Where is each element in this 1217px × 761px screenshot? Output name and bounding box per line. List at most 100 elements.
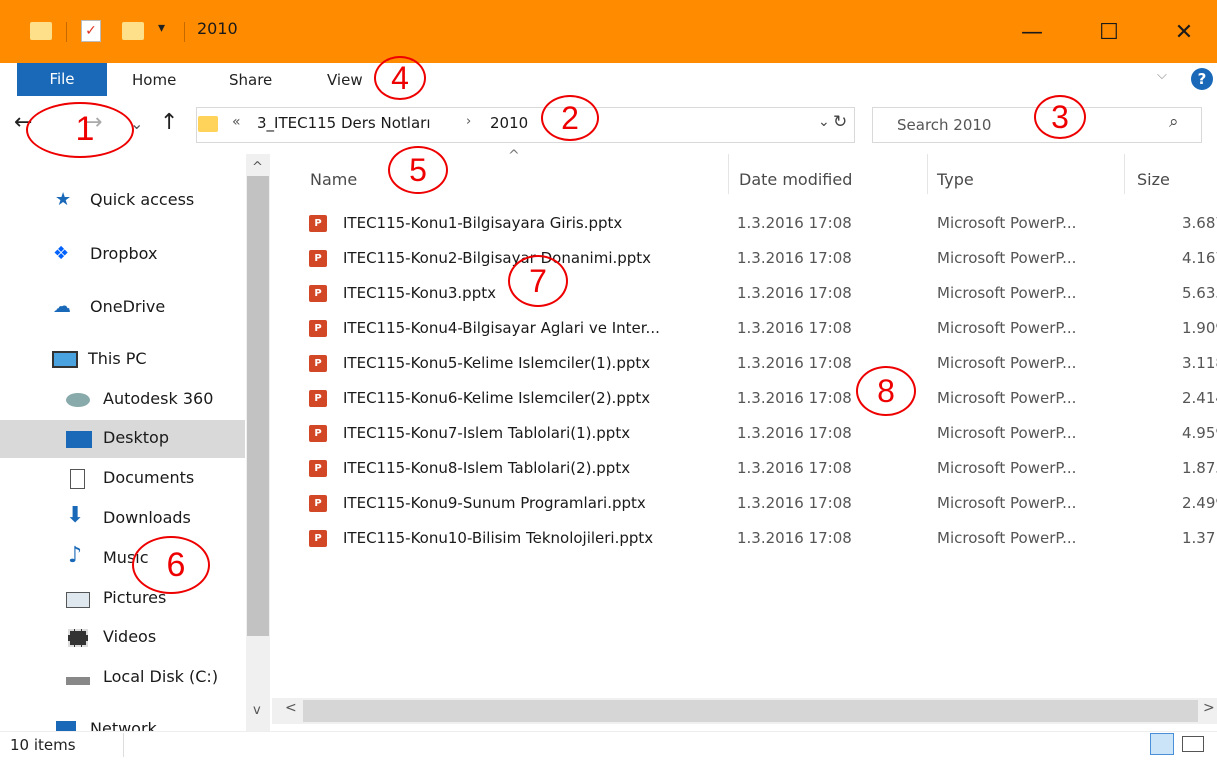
nav-item-onedrive[interactable]: ☁ OneDrive	[0, 289, 245, 327]
nav-item-downloads[interactable]: ⬇ Downloads	[0, 500, 245, 538]
sort-ascending-icon: ^	[508, 148, 520, 164]
maximize-button[interactable]: ☐	[1089, 13, 1129, 53]
column-divider[interactable]	[1124, 154, 1125, 194]
file-date: 1.3.2016 17:08	[737, 424, 852, 442]
folder-icon	[30, 22, 52, 40]
file-name: ITEC115-Konu6-Kelime Islemciler(2).pptx	[343, 389, 651, 407]
file-row[interactable]: P ITEC115-Konu5-Kelime Islemciler(1).ppt…	[300, 348, 1217, 381]
annotation-1: 1	[26, 102, 134, 158]
nav-item-documents[interactable]: Documents	[0, 460, 245, 498]
nav-item-local-disk[interactable]: Local Disk (C:)	[0, 659, 245, 697]
nav-item-quick-access[interactable]: ★ Quick access	[0, 182, 245, 220]
pictures-icon	[66, 592, 90, 608]
music-icon: ♪	[68, 543, 83, 568]
nav-item-label: Videos	[103, 627, 157, 646]
scroll-down-icon[interactable]: v	[253, 703, 261, 718]
file-type: Microsoft PowerP...	[937, 529, 1077, 547]
file-row[interactable]: P ITEC115-Konu1-Bilgisayara Giris.pptx 1…	[300, 208, 1217, 241]
file-date: 1.3.2016 17:08	[737, 249, 852, 267]
file-row[interactable]: P ITEC115-Konu4-Bilgisayar Aglari ve Int…	[300, 313, 1217, 346]
tab-share[interactable]: Share	[229, 71, 272, 89]
file-row[interactable]: P ITEC115-Konu9-Sunum Programlari.pptx 1…	[300, 488, 1217, 521]
powerpoint-file-icon: P	[309, 355, 327, 372]
scroll-right-icon[interactable]: >	[1203, 700, 1215, 716]
nav-item-label: Local Disk (C:)	[103, 667, 219, 686]
nav-item-dropbox[interactable]: ❖ Dropbox	[0, 236, 245, 274]
nav-item-videos[interactable]: Videos	[0, 619, 245, 657]
file-row[interactable]: P ITEC115-Konu2-Bilgisayar Donanimi.pptx…	[300, 243, 1217, 276]
up-button[interactable]: ↑	[160, 110, 178, 135]
tab-view[interactable]: View	[327, 71, 363, 89]
file-row[interactable]: P ITEC115-Konu10-Bilisim Teknolojileri.p…	[300, 523, 1217, 556]
large-icons-view-icon[interactable]	[1182, 736, 1204, 752]
nav-item-this-pc[interactable]: This PC	[0, 341, 245, 379]
item-count: 10 items	[10, 736, 76, 754]
address-dropdown-icon[interactable]: ⌄	[818, 114, 830, 130]
download-icon: ⬇	[66, 503, 85, 528]
file-size: 2.499	[1182, 494, 1217, 512]
dropbox-icon: ❖	[53, 243, 70, 264]
toolbar-divider	[184, 22, 185, 42]
file-date: 1.3.2016 17:08	[737, 459, 852, 477]
toolbar-divider	[66, 22, 67, 42]
breadcrumb-overflow[interactable]: «	[232, 114, 241, 130]
file-name: ITEC115-Konu4-Bilgisayar Aglari ve Inter…	[343, 319, 660, 337]
nav-scroll-thumb[interactable]	[247, 176, 269, 636]
expand-ribbon-icon[interactable]: ⌵	[1157, 68, 1167, 83]
window-title: 2010	[197, 19, 238, 38]
scroll-left-icon[interactable]: <	[285, 700, 297, 716]
file-size: 3.118	[1182, 354, 1217, 372]
nav-item-label: This PC	[88, 349, 147, 368]
network-icon	[56, 721, 76, 731]
nav-item-desktop[interactable]: Desktop	[0, 420, 245, 458]
breadcrumb-separator-icon[interactable]: ›	[466, 114, 471, 129]
quick-access-dropdown-icon[interactable]: ▾	[158, 20, 165, 36]
file-row[interactable]: P ITEC115-Konu3.pptx 1.3.2016 17:08 Micr…	[300, 278, 1217, 311]
column-divider[interactable]	[728, 154, 729, 194]
close-button[interactable]: ✕	[1164, 13, 1204, 53]
nav-item-autodesk-360[interactable]: Autodesk 360	[0, 381, 245, 419]
file-date: 1.3.2016 17:08	[737, 354, 852, 372]
column-header-date-modified[interactable]: Date modified	[739, 170, 852, 189]
nav-item-label: Network	[90, 719, 157, 731]
tab-file[interactable]: File	[17, 63, 107, 96]
annotation-8: 8	[856, 366, 916, 416]
refresh-icon[interactable]: ↻	[833, 112, 847, 132]
details-view-icon[interactable]	[1150, 733, 1174, 755]
powerpoint-file-icon: P	[309, 425, 327, 442]
help-icon[interactable]: ?	[1191, 68, 1213, 90]
minimize-button[interactable]: —	[1012, 13, 1052, 53]
properties-icon[interactable]: ✓	[81, 20, 101, 42]
file-row[interactable]: P ITEC115-Konu7-Islem Tablolari(1).pptx …	[300, 418, 1217, 451]
search-icon[interactable]: ⌕	[1169, 112, 1179, 132]
column-divider[interactable]	[927, 154, 928, 194]
file-size: 3.687	[1182, 214, 1217, 232]
computer-icon	[52, 351, 78, 368]
star-icon: ★	[55, 189, 72, 210]
breadcrumb-item[interactable]: 3_ITEC115 Ders Notları	[257, 114, 430, 132]
file-type: Microsoft PowerP...	[937, 284, 1077, 302]
scroll-up-icon[interactable]: ^	[252, 160, 263, 175]
column-header-size[interactable]: Size	[1137, 170, 1170, 189]
nav-item-label: Downloads	[103, 508, 191, 527]
file-row[interactable]: P ITEC115-Konu6-Kelime Islemciler(2).ppt…	[300, 383, 1217, 416]
file-date: 1.3.2016 17:08	[737, 214, 852, 232]
nav-item-pictures[interactable]: Pictures	[0, 580, 245, 618]
nav-item-label: Autodesk 360	[103, 389, 214, 408]
horizontal-scroll-thumb[interactable]	[303, 700, 1198, 722]
column-header-name[interactable]: Name	[310, 170, 357, 189]
file-size: 2.414	[1182, 389, 1217, 407]
file-date: 1.3.2016 17:08	[737, 389, 852, 407]
file-type: Microsoft PowerP...	[937, 424, 1077, 442]
nav-item-label: Desktop	[103, 428, 169, 447]
file-row[interactable]: P ITEC115-Konu8-Islem Tablolari(2).pptx …	[300, 453, 1217, 486]
desktop-icon	[66, 431, 92, 448]
tab-home[interactable]: Home	[132, 71, 176, 89]
nav-item-network[interactable]: Network	[0, 713, 245, 731]
new-folder-icon[interactable]	[122, 22, 144, 40]
powerpoint-file-icon: P	[309, 390, 327, 407]
column-header-type[interactable]: Type	[937, 170, 974, 189]
breadcrumb-item[interactable]: 2010	[490, 114, 528, 132]
status-divider	[123, 733, 124, 757]
file-name: ITEC115-Konu7-Islem Tablolari(1).pptx	[343, 424, 631, 442]
